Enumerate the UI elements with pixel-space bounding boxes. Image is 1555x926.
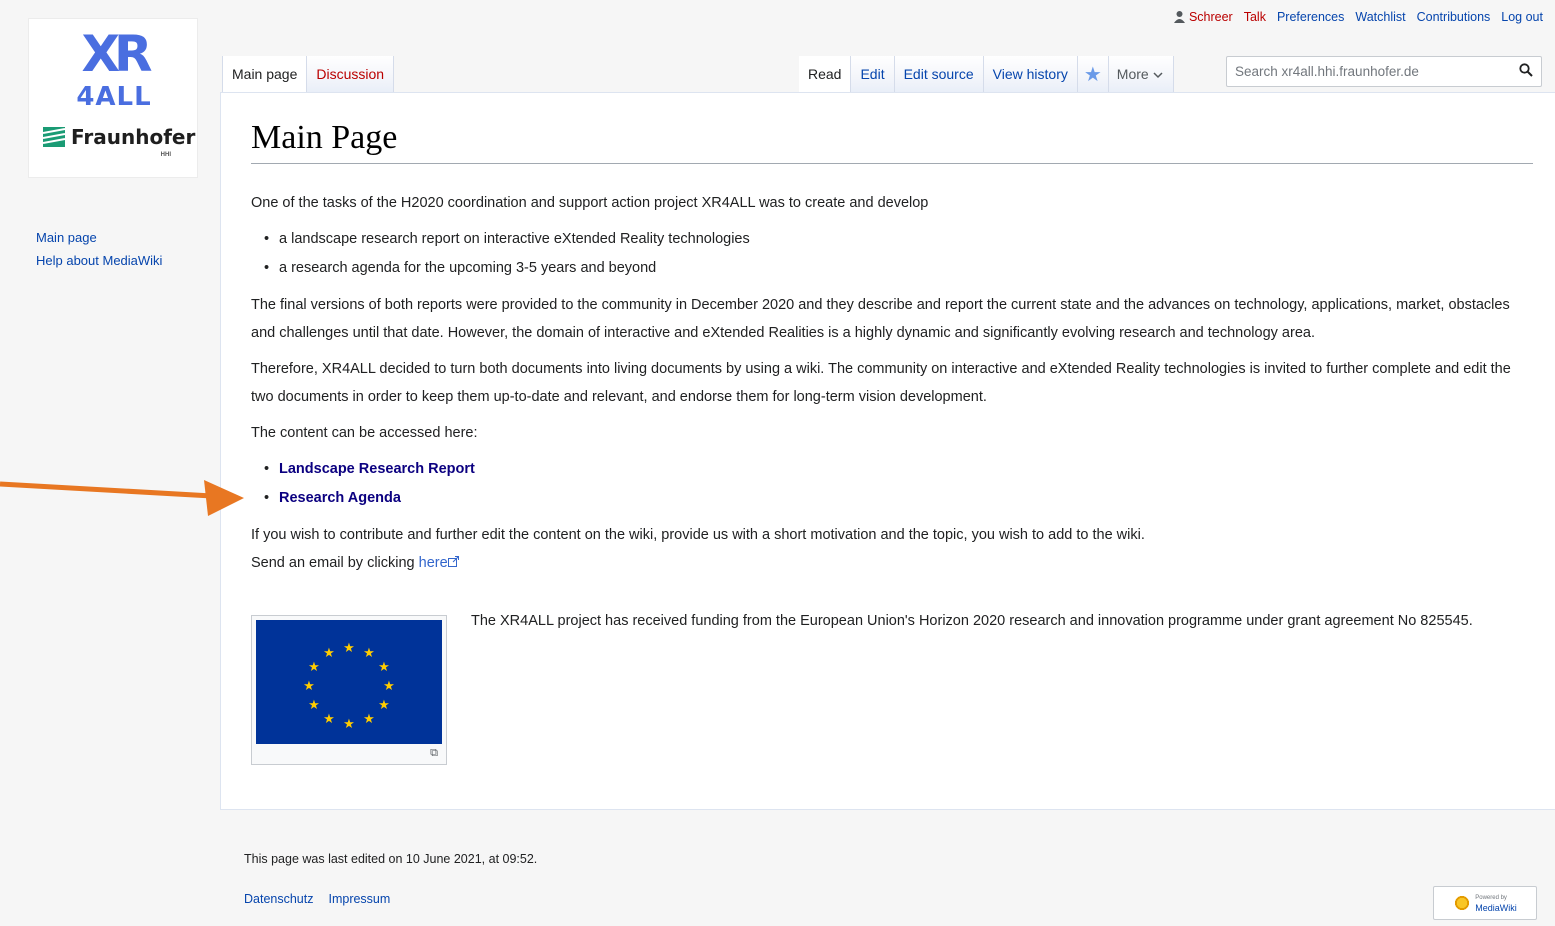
content-links-list: Landscape Research Report Research Agend… [251,455,1536,513]
powered-by-mediawiki-badge[interactable]: Powered by MediaWiki [1433,886,1537,920]
powered-by-label: Powered by [1475,895,1507,901]
personal-tools: Schreer Talk Preferences Watchlist Contr… [1173,10,1543,24]
logout-link[interactable]: Log out [1501,10,1543,24]
svg-text:★: ★ [378,660,390,675]
tab-main-page-label[interactable]: Main page [232,66,297,82]
tab-edit[interactable]: Edit [851,56,895,93]
watch-star-icon[interactable]: ★ [1077,56,1109,93]
reports-paragraph: The final versions of both reports were … [251,297,1510,341]
external-link-icon [447,556,459,567]
contributions-link[interactable]: Contributions [1417,10,1491,24]
svg-text:★: ★ [308,698,320,713]
email-prefix: Send an email by clicking [251,555,419,571]
email-link[interactable]: here [419,555,459,571]
user-link[interactable]: Schreer [1173,10,1233,24]
intro-list: a landscape research report on interacti… [251,225,1536,283]
namespace-tabs: Main page Discussion [222,56,395,93]
hhi-label: HHI [160,152,171,158]
search-box [1226,56,1542,87]
eu-flag-image: ★ ★ ★ ★ ★ ★ ★ ★ ★ ★ ★ ★ [256,620,442,744]
tab-read[interactable]: Read [799,56,852,93]
svg-text:★: ★ [343,717,355,732]
fraunhofer-mark-icon [43,127,65,147]
svg-text:★: ★ [308,660,320,675]
preferences-link[interactable]: Preferences [1277,10,1344,24]
site-logo[interactable]: XR 4ALL Fraunhofer HHI [28,18,198,178]
article-body: One of the tasks of the H2020 coordinati… [251,189,1536,577]
fraunhofer-wordmark: Fraunhofer [71,125,196,149]
username-label: Schreer [1188,10,1233,24]
fraunhofer-logo: Fraunhofer [43,125,195,149]
svg-text:★: ★ [378,698,390,713]
contribute-paragraph: If you wish to contribute and further ed… [251,521,1536,577]
datenschutz-link[interactable]: Datenschutz [244,892,313,906]
svg-text:★: ★ [363,646,375,661]
list-item-agenda: Research Agenda [264,484,1536,513]
tab-edit-source-label[interactable]: Edit source [904,66,974,82]
user-icon [1173,11,1185,23]
tab-view-history-label[interactable]: View history [993,66,1068,82]
research-agenda-link[interactable]: Research Agenda [279,490,401,506]
tab-edit-source[interactable]: Edit source [894,56,984,93]
view-tabs: Read Edit Edit source View history ★ Mor… [799,56,1174,93]
svg-text:★: ★ [303,679,315,694]
last-modified-text: This page was last edited on 10 June 202… [244,852,538,866]
xr4all-logo-icon: XR 4ALL [76,25,157,109]
svg-text:★: ★ [363,712,375,727]
wiki-paragraph: Therefore, XR4ALL decided to turn both d… [251,361,1511,405]
svg-text:★: ★ [343,641,355,656]
search-icon[interactable] [1519,63,1533,77]
sidebar-item-main-page[interactable]: Main page [36,226,162,249]
eu-flag-thumbnail[interactable]: ★ ★ ★ ★ ★ ★ ★ ★ ★ ★ ★ ★ ⧉ [251,615,447,765]
chevron-down-icon [1153,72,1163,79]
tab-view-history[interactable]: View history [983,56,1078,93]
talk-link[interactable]: Talk [1244,10,1266,24]
funding-statement: The XR4ALL project has received funding … [471,613,1473,629]
list-item: a research agenda for the upcoming 3-5 y… [264,254,1536,283]
svg-text:★: ★ [323,646,335,661]
landscape-research-report-link[interactable]: Landscape Research Report [279,461,475,477]
footer-links: Datenschutz Impressum [244,892,390,906]
access-text: The content can be accessed here: [251,425,478,441]
page-title: Main Page [251,119,1533,164]
page-content: Main Page One of the tasks of the H2020 … [220,92,1555,810]
tab-main-page[interactable]: Main page [222,56,308,93]
intro-paragraph: One of the tasks of the H2020 coordinati… [251,195,929,211]
tab-discussion[interactable]: Discussion [307,56,395,93]
logo-text-4all: 4ALL [76,82,151,109]
sidebar-item-help[interactable]: Help about MediaWiki [36,249,162,272]
more-menu[interactable]: More [1108,56,1174,93]
email-link-label: here [418,555,448,571]
annotation-arrow [0,480,244,516]
enlarge-icon[interactable]: ⧉ [430,747,438,760]
more-menu-label: More [1116,66,1149,82]
tab-read-label[interactable]: Read [808,66,841,82]
search-input[interactable] [1227,57,1513,86]
svg-text:★: ★ [323,712,335,727]
mediawiki-label: MediaWiki [1475,903,1517,913]
tab-discussion-label[interactable]: Discussion [316,66,384,82]
watchlist-link[interactable]: Watchlist [1355,10,1405,24]
powered-by-text: Powered by MediaWiki [1475,893,1517,913]
svg-text:★: ★ [383,679,395,694]
contribute-text: If you wish to contribute and further ed… [251,527,1145,543]
tab-edit-label[interactable]: Edit [860,66,884,82]
list-item-landscape: Landscape Research Report [264,455,1536,484]
sidebar-navigation: Main page Help about MediaWiki [36,226,162,272]
list-item: a landscape research report on interacti… [264,225,1536,254]
impressum-link[interactable]: Impressum [328,892,390,906]
logo-text-xr: XR [81,25,152,83]
mediawiki-flower-icon [1453,894,1472,912]
